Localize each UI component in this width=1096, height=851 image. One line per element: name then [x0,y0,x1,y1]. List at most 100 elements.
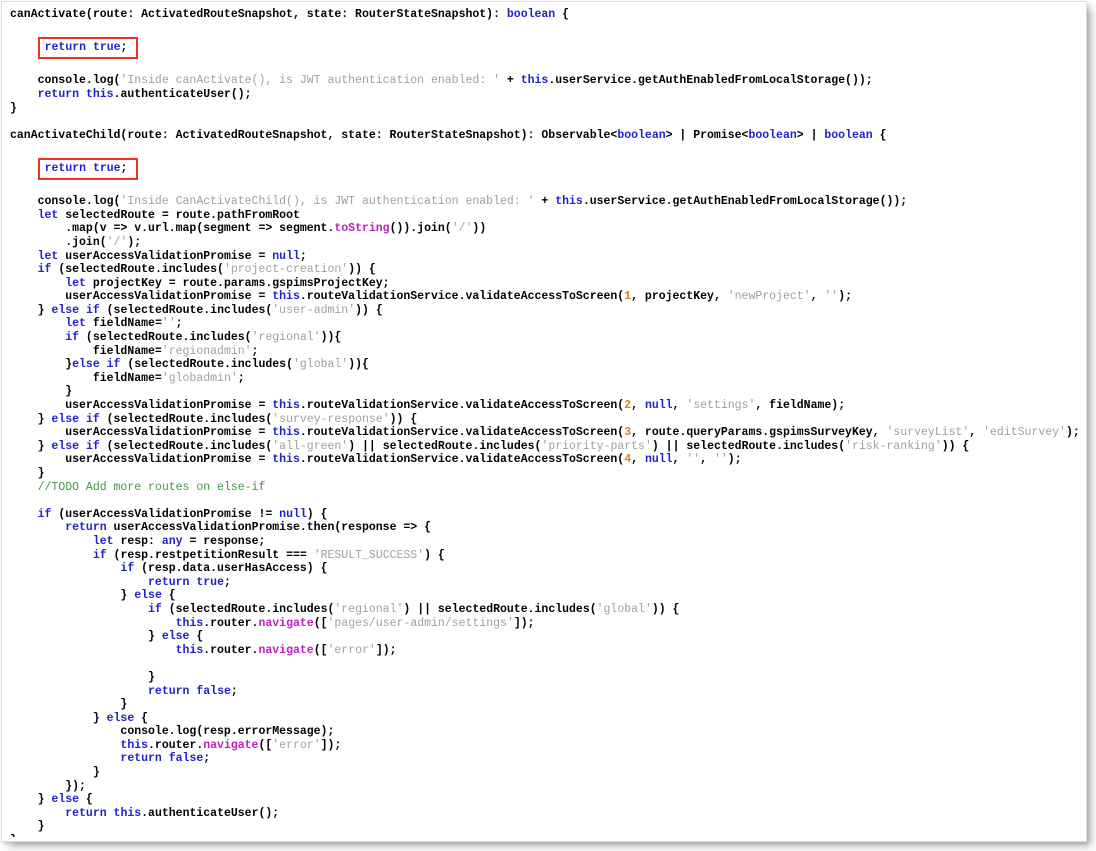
code-token: ); [838,290,853,304]
code-line: userAccessValidationPromise = this.route… [10,426,1082,440]
code-token: } [10,820,45,834]
code-token: 'all-green' [272,439,349,453]
code-token: 'surveyList' [886,426,970,440]
code-token: (selectedRoute.includes( [161,602,335,616]
code-token: (selectedRoute.includes( [79,331,252,345]
code-token: .join( [10,235,107,249]
code-token: )) [472,222,487,236]
code-line: let resp: any = response; [10,535,1082,549]
code-token: , [810,290,825,304]
code-token: { [189,630,204,644]
code-line: }else if (selectedRoute.includes('global… [10,358,1082,372]
code-token: 'error' [327,643,376,657]
code-line: } else { [10,630,1082,644]
code-token: this [272,399,300,413]
code-token: this [120,738,149,752]
code-token: )) { [941,439,970,453]
code-token: true [92,41,121,55]
code-token: { [134,711,149,725]
highlight-box: return true; [37,157,139,180]
code-line: this.router.navigate(['error']); [10,739,1082,753]
code-token: console.log( [10,195,121,209]
code-token: > | Promise< [665,128,749,142]
code-token: return [148,684,190,698]
code-line: this.router.navigate(['error']); [10,644,1082,658]
code-token: .authenticateUser(); [141,806,280,820]
code-token: userAccessValidationPromise = [58,249,273,263]
code-token: fieldName= [85,317,162,331]
code-token: } [10,467,45,480]
code-token: 'global' [596,602,652,616]
code-token: .authenticateUser(); [113,87,252,101]
code-token: userAccessValidationPromise = [10,399,273,413]
code-line: return false; [10,752,1082,766]
code-line: } [10,820,1082,834]
code-token: 'regional' [334,602,404,616]
code-token: return [120,752,162,766]
code-line: } else if (selectedRoute.includes('all-g… [10,440,1082,454]
code-token: boolean [506,8,556,21]
code-token: if [85,303,100,317]
code-token: let [65,276,86,290]
code-line: if (resp.data.userHasAccess) { [10,562,1082,576]
code-token: selectedRoute = route.pathFromRoot [58,208,300,222]
code-token: if [120,562,135,576]
code-token: } [10,630,162,644]
code-listing: canActivate(route: ActivatedRouteSnapsho… [10,8,1082,837]
code-line: //TODO Add more routes on else-if [10,481,1082,495]
code-token: '' [161,317,176,331]
code-token: , [631,453,645,467]
code-line: userAccessValidationPromise = this.route… [10,290,1082,304]
code-token: .routeValidationService.validateAccessTo… [299,399,625,413]
code-token: return [44,161,87,175]
code-token: ([ [313,616,328,630]
code-token: } [10,303,52,317]
code-token: .router. [203,643,259,657]
code-token: //TODO Add more routes on else-if [37,480,266,494]
code-token: (selectedRoute.includes( [51,263,224,277]
code-token: if [37,263,52,277]
code-token: ; [120,161,128,175]
code-token: navigate [258,616,314,630]
code-token: } [10,589,135,603]
code-token: 'newProject' [727,290,811,304]
code-token: } [10,101,17,115]
code-line: .map(v => v.url.map(segment => segment.t… [10,222,1082,236]
code-token: else [134,589,162,603]
code-token: false [196,684,231,698]
code-token: 'pages/user-admin/settings' [327,616,514,630]
code-line: fieldName='globadmin'; [10,372,1082,386]
code-token: ) { [306,507,328,521]
code-token: (resp.data.userHasAccess) { [134,562,328,576]
code-line: }); [10,780,1082,794]
code-token: 'Inside CanActivateChild(), is JWT authe… [120,195,535,209]
code-token: } [10,698,128,712]
code-token: ; [120,41,128,55]
code-token: console.log( [10,74,121,88]
code-token: ) { [424,548,445,562]
code-token: } [10,412,52,426]
code-token: ([ [258,738,273,752]
code-token: ()).join( [389,222,452,236]
code-token: 'regional' [251,331,321,345]
code-line: if (selectedRoute.includes('regional')){ [10,331,1082,345]
code-line: if (resp.restpetitionResult === 'RESULT_… [10,549,1082,563]
code-token: 'priority-parts' [541,439,652,453]
code-token: ); [127,235,142,249]
code-line: canActivateChild(route: ActivatedRouteSn… [10,129,1082,143]
code-token: navigate [258,643,314,657]
code-token: } [10,834,17,837]
